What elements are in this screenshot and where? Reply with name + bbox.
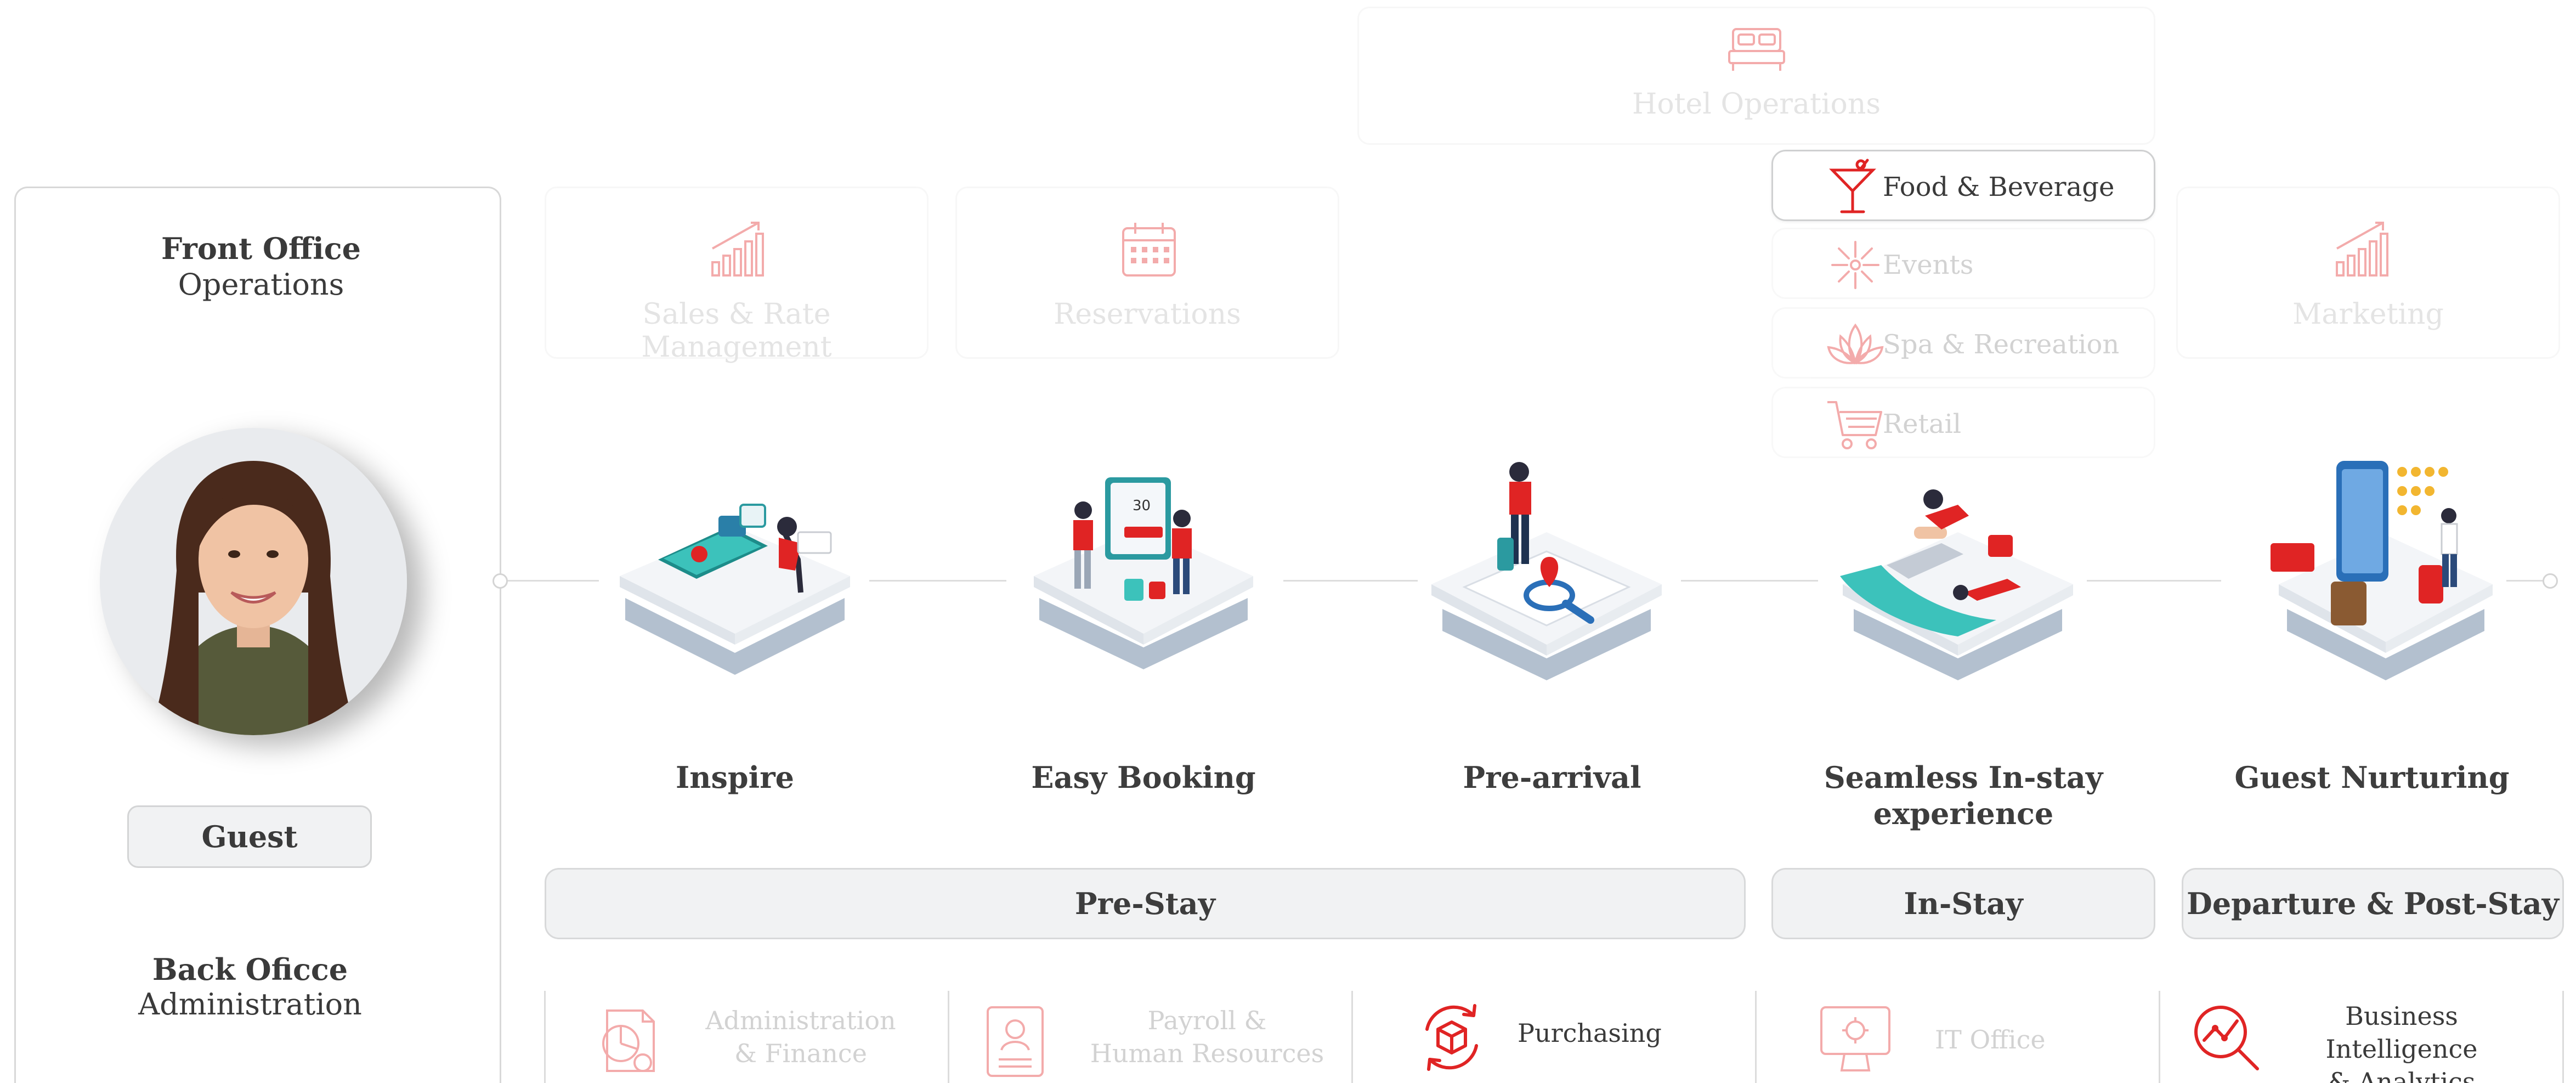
module-payroll-hr-label: Payroll & Human Resources — [1075, 1004, 1339, 1083]
module-it-office[interactable]: IT Office — [1757, 991, 2159, 1083]
in-stay-illustration[interactable] — [1832, 483, 2084, 691]
module-admin-finance[interactable]: Administration & Finance — [546, 991, 948, 1083]
menu-retail[interactable]: Retail — [1771, 387, 2155, 458]
timeline-connector — [1283, 580, 1418, 582]
menu-spa-recreation[interactable]: Spa & Recreation — [1771, 307, 2155, 379]
module-admin-finance-label: Administration & Finance — [683, 1004, 919, 1083]
marketing-label: Marketing — [2292, 298, 2444, 331]
back-office-subtitle: Administration — [138, 987, 362, 1022]
menu-events-label: Events — [1883, 250, 1974, 280]
guest-nurturing-illustration[interactable] — [2265, 439, 2506, 691]
svg-text:30: 30 — [1133, 498, 1151, 514]
stage-guest-nurturing[interactable]: Guest Nurturing — [2207, 759, 2537, 796]
stage-in-stay[interactable]: Seamless In-stay experience — [1799, 759, 2128, 832]
module-bi-line1: Business Intelligence — [2325, 1001, 2478, 1064]
sales-rate-label: Sales & Rate Management — [641, 298, 832, 364]
timeline-end-node — [2543, 573, 2558, 589]
box-cycle-icon — [1425, 1004, 1478, 1071]
bed-icon — [1728, 28, 1785, 71]
module-purchasing-label: Purchasing — [1518, 1018, 1662, 1048]
timeline-connector — [869, 580, 1006, 582]
module-payroll-hr[interactable]: Payroll & Human Resources — [949, 991, 1351, 1083]
timeline-connector — [1681, 580, 1818, 582]
module-business-intelligence[interactable]: Business Intelligence & Analytics — [2160, 991, 2562, 1083]
phase-in-stay-label: In-Stay — [1904, 886, 2023, 921]
inspire-illustration[interactable] — [603, 494, 867, 680]
module-bi-label: Business Intelligence & Analytics — [2270, 1000, 2533, 1083]
stage-in-stay-line1: Seamless In-stay — [1824, 760, 2103, 795]
guest-label: Guest — [201, 819, 298, 854]
avatar — [100, 428, 407, 735]
lotus-icon — [1827, 323, 1884, 365]
timeline-connector — [2087, 580, 2221, 582]
reservations-card[interactable]: Reservations — [955, 187, 1339, 359]
cocktail-icon — [1829, 159, 1876, 213]
menu-food-beverage-label: Food & Beverage — [1883, 172, 2115, 202]
module-payroll-line1: Payroll & — [1147, 1006, 1267, 1035]
pre-arrival-illustration[interactable] — [1415, 461, 1678, 691]
easy-booking-illustration[interactable]: 30 — [1012, 472, 1275, 680]
magnifier-analytics-icon — [2194, 1006, 2259, 1070]
hotel-operations-label: Hotel Operations — [1632, 88, 1881, 121]
calendar-icon — [1122, 223, 1176, 277]
module-admin-line1: Administration — [705, 1006, 896, 1035]
menu-retail-label: Retail — [1883, 409, 1962, 439]
id-card-icon — [987, 1006, 1044, 1077]
module-payroll-line2: Human Resources — [1090, 1039, 1324, 1068]
module-purchasing[interactable]: Purchasing — [1353, 991, 1755, 1083]
back-office-title: Back Oficce — [152, 952, 348, 987]
stage-in-stay-line2: experience — [1873, 796, 2054, 831]
stage-easy-booking[interactable]: Easy Booking — [979, 759, 1308, 796]
timeline-connector — [500, 580, 599, 582]
sales-rate-card[interactable]: Sales & Rate Management — [545, 187, 929, 364]
menu-spa-recreation-label: Spa & Recreation — [1883, 329, 2120, 360]
phase-post-stay-label: Departure & Post-Stay — [2187, 886, 2559, 921]
module-it-office-label: IT Office — [1935, 1025, 2046, 1054]
phase-pre-stay[interactable]: Pre-Stay — [545, 868, 1746, 939]
stage-pre-arrival[interactable]: Pre-arrival — [1388, 759, 1717, 796]
back-office-heading: Back Oficce Administration — [0, 952, 500, 1022]
pie-chart-document-icon — [602, 1009, 655, 1072]
hotel-operations-card[interactable]: Hotel Operations — [1357, 7, 2155, 145]
front-office-subtitle: Operations — [178, 267, 344, 302]
module-bi-line2: & Analytics — [2328, 1067, 2476, 1083]
marketing-card[interactable]: Marketing — [2176, 187, 2560, 359]
divider — [2562, 991, 2564, 1083]
phase-pre-stay-label: Pre-Stay — [1074, 886, 1216, 921]
front-office-heading: Front Office Operations — [14, 230, 508, 303]
phase-post-stay[interactable]: Departure & Post-Stay — [2182, 868, 2564, 939]
guest-badge[interactable]: Guest — [127, 805, 372, 868]
reservations-label: Reservations — [1054, 298, 1241, 331]
cart-icon — [1827, 401, 1882, 449]
menu-events[interactable]: Events — [1771, 228, 2155, 299]
sparkle-icon — [1831, 241, 1879, 289]
growth-chart-icon — [2336, 222, 2388, 277]
monitor-settings-icon — [1820, 1006, 1890, 1071]
menu-food-beverage[interactable]: Food & Beverage — [1771, 150, 2155, 221]
front-office-title: Front Office — [161, 231, 361, 266]
timeline-start-node — [492, 573, 508, 589]
growth-chart-icon — [711, 222, 764, 277]
stage-inspire[interactable]: Inspire — [570, 759, 899, 796]
phase-in-stay[interactable]: In-Stay — [1771, 868, 2155, 939]
module-admin-line2: & Finance — [734, 1039, 867, 1068]
guest-portrait-icon — [100, 428, 407, 735]
